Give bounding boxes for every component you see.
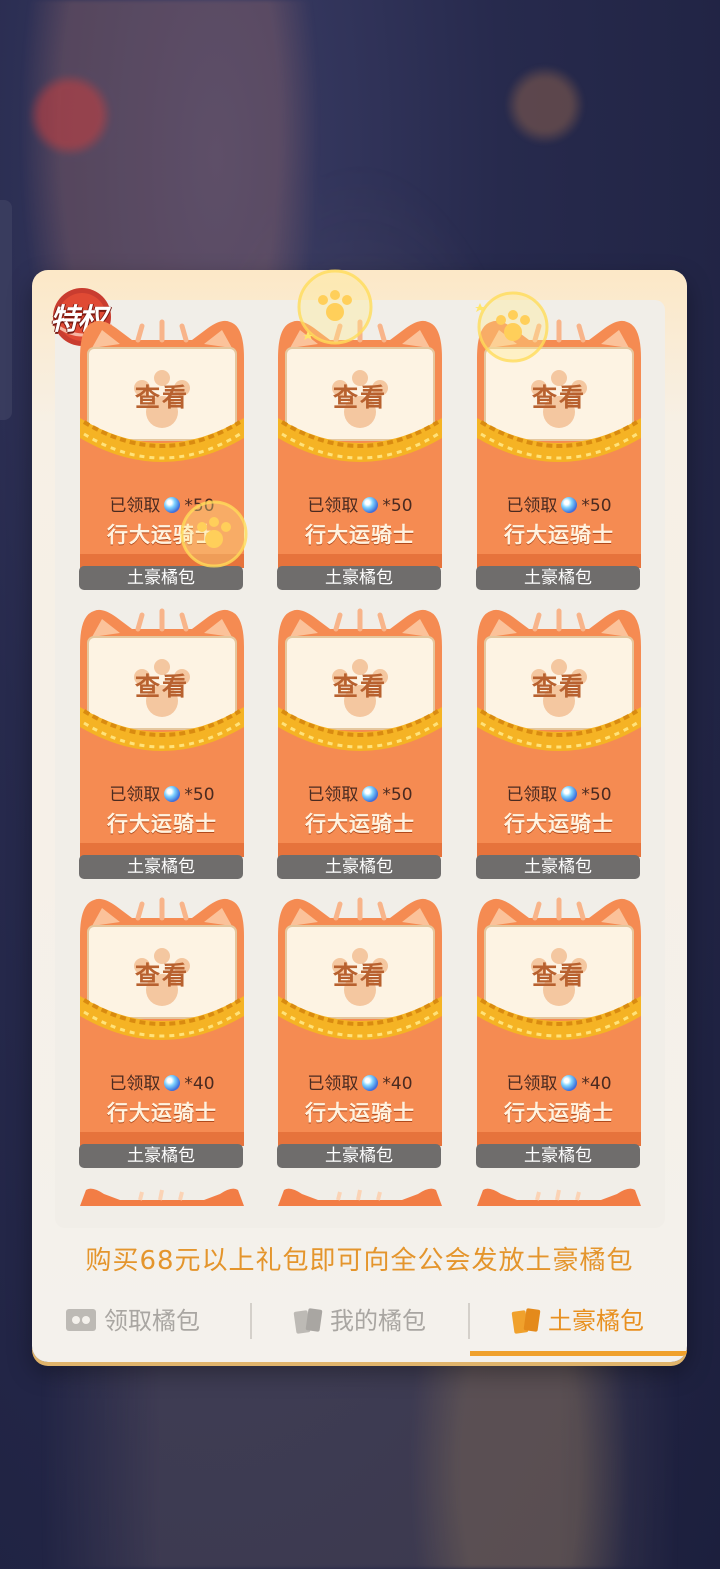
claimed-status: 已领取 *40 — [477, 1069, 641, 1094]
gem-icon — [561, 497, 578, 513]
pack-name-label: 土豪橘包 — [277, 566, 441, 590]
view-button[interactable]: 查看 — [477, 667, 641, 703]
partial-card — [278, 1188, 442, 1206]
claimed-status: 已领取 *40 — [80, 1069, 244, 1094]
tab-my-packs[interactable]: 我的橘包 — [292, 1295, 426, 1347]
packs-icon — [511, 1308, 541, 1334]
partial-card — [80, 1188, 244, 1206]
tab-label: 领取橘包 — [104, 1307, 200, 1335]
claimed-amount: *40 — [581, 1074, 612, 1094]
sender-name: 行大运骑士 — [107, 523, 217, 547]
claimed-label: 已领取 — [307, 785, 359, 805]
gem-icon — [561, 786, 578, 802]
sender-name: 行大运骑士 — [107, 812, 217, 836]
claimed-label: 已领取 — [506, 496, 558, 516]
red-packet-card[interactable]: 查看已领取 *50 行大运骑士土豪橘包 — [277, 607, 442, 879]
claimed-amount: *40 — [184, 1074, 215, 1094]
gem-icon — [362, 786, 379, 802]
claimed-status: 已领取 *50 — [80, 780, 244, 805]
gem-icon — [561, 1075, 578, 1091]
packs-icon — [293, 1308, 323, 1334]
claimed-status: 已领取 *50 — [477, 491, 641, 516]
sender-name: 行大运骑士 — [504, 523, 614, 547]
claimed-label: 已领取 — [307, 1074, 359, 1094]
claimed-label: 已领取 — [307, 496, 359, 516]
red-packet-card[interactable]: 查看已领取 *50 行大运骑士土豪橘包 — [277, 318, 442, 590]
tab-divider — [250, 1303, 252, 1339]
sender-name: 行大运骑士 — [504, 812, 614, 836]
sender-name: 行大运骑士 — [305, 1101, 415, 1125]
claimed-status: 已领取 *50 — [80, 491, 244, 516]
tab-label: 土豪橘包 — [548, 1307, 644, 1335]
pack-name-label: 土豪橘包 — [277, 855, 441, 879]
tab-divider — [468, 1303, 470, 1339]
envelope-icon — [66, 1309, 96, 1331]
pack-name-label: 土豪橘包 — [476, 566, 640, 590]
sender-name: 行大运骑士 — [504, 1101, 614, 1125]
purchase-notice: 购买68元以上礼包即可向全公会发放土豪橘包 — [85, 1246, 634, 1276]
gem-icon — [362, 497, 379, 513]
pack-name-label: 土豪橘包 — [79, 1144, 243, 1168]
red-packet-card[interactable]: 查看已领取 *50 行大运骑士土豪橘包 — [79, 318, 244, 590]
pack-name-label: 土豪橘包 — [476, 1144, 640, 1168]
view-button[interactable]: 查看 — [80, 667, 244, 703]
red-packet-card[interactable]: 查看已领取 *50 行大运骑士土豪橘包 — [476, 318, 641, 590]
red-packet-card[interactable]: 查看已领取 *50 行大运骑士土豪橘包 — [79, 607, 244, 879]
claimed-status: 已领取 *50 — [278, 780, 442, 805]
gem-icon — [362, 1075, 379, 1091]
claimed-status: 已领取 *40 — [278, 1069, 442, 1094]
pack-name-label: 土豪橘包 — [79, 855, 243, 879]
view-button[interactable]: 查看 — [80, 378, 244, 414]
tab-label: 我的橘包 — [330, 1307, 426, 1335]
pack-name-label: 土豪橘包 — [79, 566, 243, 590]
claimed-amount: *50 — [382, 496, 413, 516]
view-button[interactable]: 查看 — [278, 956, 442, 992]
tab-claim-packs[interactable]: 领取橘包 — [64, 1295, 200, 1347]
claimed-amount: *40 — [382, 1074, 413, 1094]
claimed-label: 已领取 — [109, 496, 161, 516]
sender-name: 行大运骑士 — [305, 523, 415, 547]
side-drawer-handle[interactable] — [0, 200, 12, 420]
claimed-label: 已领取 — [506, 785, 558, 805]
claimed-amount: *50 — [382, 785, 413, 805]
claimed-status: 已领取 *50 — [278, 491, 442, 516]
claimed-amount: *50 — [581, 785, 612, 805]
claimed-amount: *50 — [184, 496, 215, 516]
gem-icon — [164, 786, 181, 802]
sender-name: 行大运骑士 — [107, 1101, 217, 1125]
partial-card — [477, 1188, 641, 1206]
claimed-amount: *50 — [581, 496, 612, 516]
active-tab-indicator — [470, 1351, 687, 1356]
gem-icon — [164, 1075, 181, 1091]
red-packet-card[interactable]: 查看已领取 *40 行大运骑士土豪橘包 — [277, 896, 442, 1168]
tab-rich-packs[interactable]: 土豪橘包 — [510, 1295, 644, 1347]
red-packet-card[interactable]: 查看已领取 *50 行大运骑士土豪橘包 — [476, 607, 641, 879]
claimed-label: 已领取 — [506, 1074, 558, 1094]
view-button[interactable]: 查看 — [477, 956, 641, 992]
view-button[interactable]: 查看 — [477, 378, 641, 414]
pack-name-label: 土豪橘包 — [277, 1144, 441, 1168]
view-button[interactable]: 查看 — [80, 956, 244, 992]
claimed-label: 已领取 — [109, 785, 161, 805]
claimed-status: 已领取 *50 — [477, 780, 641, 805]
sender-name: 行大运骑士 — [305, 812, 415, 836]
red-packet-card[interactable]: 查看已领取 *40 行大运骑士土豪橘包 — [79, 896, 244, 1168]
tab-bar: 领取橘包 我的橘包 土豪橘包 — [32, 1295, 687, 1356]
gem-icon — [164, 497, 181, 513]
claimed-label: 已领取 — [109, 1074, 161, 1094]
claimed-amount: *50 — [184, 785, 215, 805]
red-packet-card[interactable]: 查看已领取 *40 行大运骑士土豪橘包 — [476, 896, 641, 1168]
pack-name-label: 土豪橘包 — [476, 855, 640, 879]
view-button[interactable]: 查看 — [278, 667, 442, 703]
view-button[interactable]: 查看 — [278, 378, 442, 414]
